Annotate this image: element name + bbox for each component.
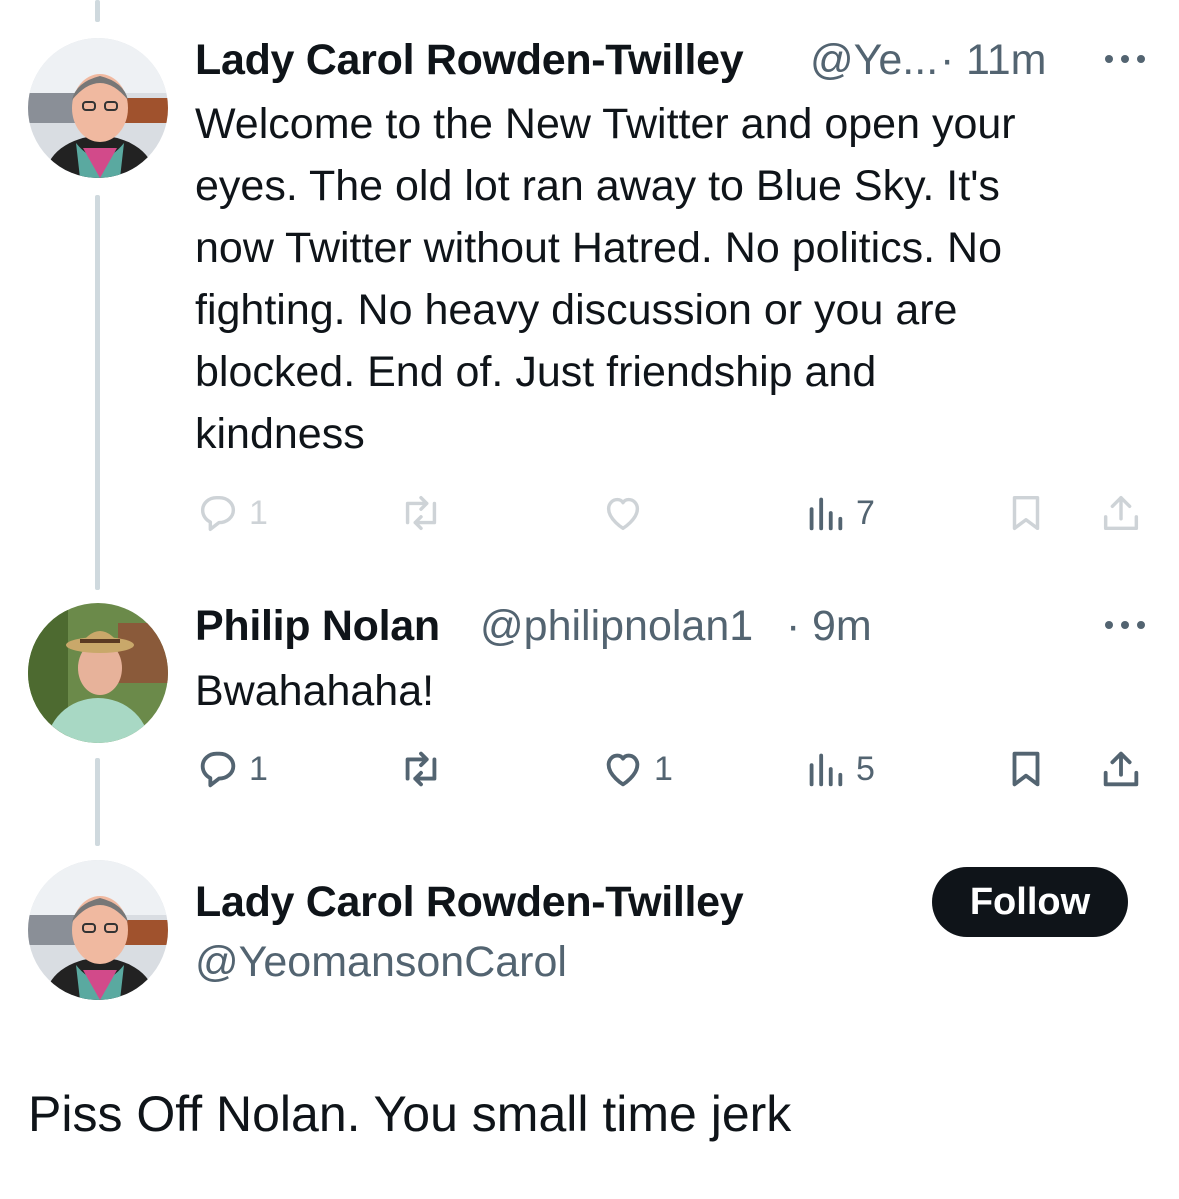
like-button[interactable]	[600, 490, 654, 536]
avatar[interactable]	[28, 38, 168, 178]
focused-tweet-text: Piss Off Nolan. You small time jerk	[28, 1086, 792, 1142]
tweet-time[interactable]: 9m	[812, 602, 872, 651]
thread-line-1	[95, 195, 100, 590]
tweet-text-line: fighting. No heavy discussion or you are	[195, 286, 958, 334]
tweet-handle[interactable]: @Ye...	[810, 36, 938, 85]
retweet-button[interactable]	[398, 746, 452, 792]
bookmark-button[interactable]	[1003, 746, 1049, 792]
reply-count: 1	[249, 749, 268, 788]
tweet-text: Bwahahaha!	[195, 667, 435, 715]
retweet-icon	[405, 495, 437, 531]
avatar[interactable]	[28, 860, 168, 1000]
avatar[interactable]	[28, 603, 168, 743]
views-icon	[809, 497, 843, 531]
heart-icon	[606, 497, 640, 531]
tweet-author-name[interactable]: Lady Carol Rowden-Twilley	[195, 36, 744, 85]
meta-separator: ·	[940, 36, 955, 84]
heart-icon	[606, 753, 640, 787]
view-count: 5	[856, 749, 875, 788]
reply-button[interactable]: 1	[195, 746, 268, 792]
focused-author-name[interactable]: Lady Carol Rowden-Twilley	[195, 878, 744, 927]
tweet-text-line: kindness	[195, 410, 365, 458]
reply-button[interactable]: 1	[195, 490, 268, 536]
thread-line-top	[95, 0, 100, 22]
thread-line-2	[95, 758, 100, 846]
tweet-text-line: now Twitter without Hatred. No politics.…	[195, 224, 1002, 272]
tweet-author-name[interactable]: Philip Nolan	[195, 602, 440, 651]
share-button[interactable]	[1098, 490, 1144, 536]
views-button[interactable]: 5	[802, 746, 875, 792]
tweet-text-line: eyes. The old lot ran away to Blue Sky. …	[195, 162, 1000, 210]
views-button[interactable]: 7	[802, 490, 875, 536]
view-count: 7	[856, 493, 875, 532]
share-icon	[1103, 751, 1139, 787]
tweet-handle[interactable]: @philipnolan1	[480, 602, 753, 651]
retweet-button[interactable]	[398, 490, 452, 536]
reply-icon	[200, 495, 236, 532]
bookmark-icon	[1012, 751, 1040, 787]
focused-handle[interactable]: @YeomansonCarol	[195, 938, 567, 987]
bookmark-button[interactable]	[1003, 490, 1049, 536]
more-icon[interactable]	[1105, 618, 1145, 632]
meta-separator: ·	[786, 602, 801, 650]
like-count: 1	[654, 749, 673, 788]
share-icon	[1103, 495, 1139, 531]
more-icon[interactable]	[1105, 52, 1145, 66]
reply-icon	[200, 751, 236, 788]
tweet-time[interactable]: 11m	[966, 36, 1046, 85]
tweet-text-line: Welcome to the New Twitter and open your	[195, 100, 1016, 148]
bookmark-icon	[1012, 495, 1040, 531]
follow-button[interactable]: Follow	[932, 867, 1128, 937]
views-icon	[809, 753, 843, 787]
retweet-icon	[405, 751, 437, 787]
like-button[interactable]: 1	[600, 746, 673, 792]
share-button[interactable]	[1098, 746, 1144, 792]
tweet-text-line: blocked. End of. Just friendship and	[195, 348, 877, 396]
reply-count: 1	[249, 493, 268, 532]
